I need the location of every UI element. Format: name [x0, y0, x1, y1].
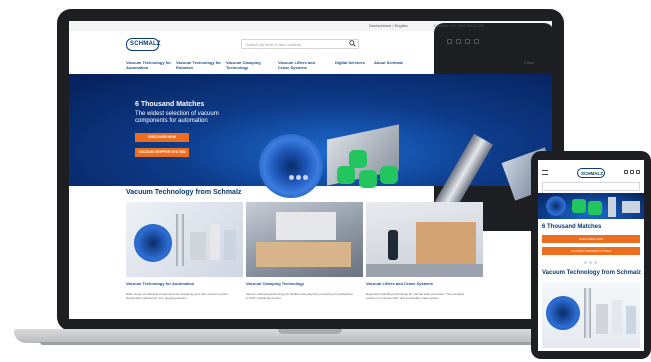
nav-item-robotics[interactable]: Vacuum Technology for Robotics	[176, 60, 224, 70]
card-text-automation: Wide range of individual components for …	[126, 292, 229, 300]
clamping-image	[246, 202, 363, 277]
wishlist-icon[interactable]	[456, 39, 461, 44]
green-cup-image	[349, 150, 367, 168]
automation-image	[126, 202, 243, 277]
search-input[interactable]: Search by term or item number	[241, 39, 359, 49]
laptop-notch	[278, 329, 342, 334]
section-title: Vacuum Technology from Schmalz	[126, 189, 242, 196]
card-lifters[interactable]	[366, 202, 483, 277]
hero-subtitle: The widest selection of vacuum component…	[135, 111, 219, 124]
suction-cup-image	[259, 134, 323, 198]
carousel-dot[interactable]	[303, 175, 308, 180]
carousel-dot[interactable]	[584, 261, 587, 264]
nav-close[interactable]: Close	[524, 60, 534, 65]
phone-cart-icon[interactable]	[636, 170, 640, 174]
cart-icon[interactable]	[474, 39, 479, 44]
phone-call-icon[interactable]	[624, 170, 628, 174]
phone-hero-banner	[538, 193, 644, 219]
card-title-automation[interactable]: Vacuum Technology for Automation	[126, 281, 194, 286]
card-clamping[interactable]	[246, 202, 363, 277]
account-icon[interactable]	[447, 39, 452, 44]
phone-logo-text: SCHMALZ	[581, 171, 603, 176]
carousel-dots	[289, 175, 308, 180]
phone-account-icon[interactable]	[630, 170, 634, 174]
phone-carousel-dots	[584, 261, 597, 264]
carousel-dot[interactable]	[594, 261, 597, 264]
language-selector[interactable]: Deutschland / English	[369, 23, 408, 28]
hero-button-discover[interactable]: DISCOVER NOW	[135, 133, 189, 142]
nav-item-about[interactable]: About Schmalz	[374, 60, 422, 65]
schmalz-logo[interactable]: SCHMALZ	[126, 38, 161, 51]
phone-section-title: Vacuum Technology from Schmalz	[542, 270, 641, 276]
card-title-lifters[interactable]: Vacuum Lifters and Crane Systems	[366, 281, 433, 286]
nav-item-lifters[interactable]: Vacuum Lifters and Crane Systems	[278, 60, 326, 70]
phone-button-discover[interactable]: DISCOVER NOW	[542, 235, 640, 243]
utility-bar: Deutschland / English Contact +49 7443 2…	[69, 21, 552, 231]
laptop-foot	[40, 342, 585, 345]
main-nav: Vacuum Technology for Automation Vacuum …	[126, 60, 536, 74]
nav-item-automation[interactable]: Vacuum Technology for Automation	[126, 60, 174, 70]
green-cup-image	[359, 170, 377, 188]
header-icons	[447, 39, 479, 44]
phone-button-gripper[interactable]: VACUUM GRIPPER SYSTEM	[542, 247, 640, 255]
phone-header-icons	[624, 170, 640, 174]
nav-item-clamping[interactable]: Vacuum Clamping Technology	[226, 60, 274, 70]
green-cup-image	[337, 166, 355, 184]
carousel-dot[interactable]	[589, 261, 592, 264]
phone-product-image	[542, 282, 640, 348]
hamburger-icon[interactable]	[542, 170, 548, 175]
green-cup-image	[380, 166, 398, 184]
hero-button-gripper[interactable]: VACUUM GRIPPER SYSTEM	[135, 148, 189, 157]
phone-logo[interactable]: SCHMALZ	[577, 168, 605, 178]
hero-banner: 6 Thousand Matches The widest selection …	[69, 74, 552, 213]
compare-icon[interactable]	[465, 39, 470, 44]
phone-hero-title: 6 Thousand Matches	[542, 224, 602, 230]
card-text-lifters: Ergonomic handling technology for manual…	[366, 292, 465, 300]
search-icon[interactable]	[349, 40, 356, 47]
phone-search-input[interactable]	[542, 182, 640, 191]
card-automation[interactable]	[126, 202, 243, 277]
hero-title: 6 Thousand Matches	[135, 101, 205, 108]
carousel-dot[interactable]	[289, 175, 294, 180]
card-title-clamping[interactable]: Vacuum Clamping Technology	[246, 281, 304, 286]
phone-screen: SCHMALZ 6 Thousand Matches DISCOVER NOW …	[538, 160, 644, 351]
lifters-image	[366, 202, 483, 277]
carousel-dot[interactable]	[296, 175, 301, 180]
card-text-clamping: Vacuum clamping technology for flexible …	[246, 292, 353, 300]
laptop-screen: Deutschland / English Contact +49 7443 2…	[69, 21, 552, 319]
logo-text: SCHMALZ	[130, 41, 161, 47]
